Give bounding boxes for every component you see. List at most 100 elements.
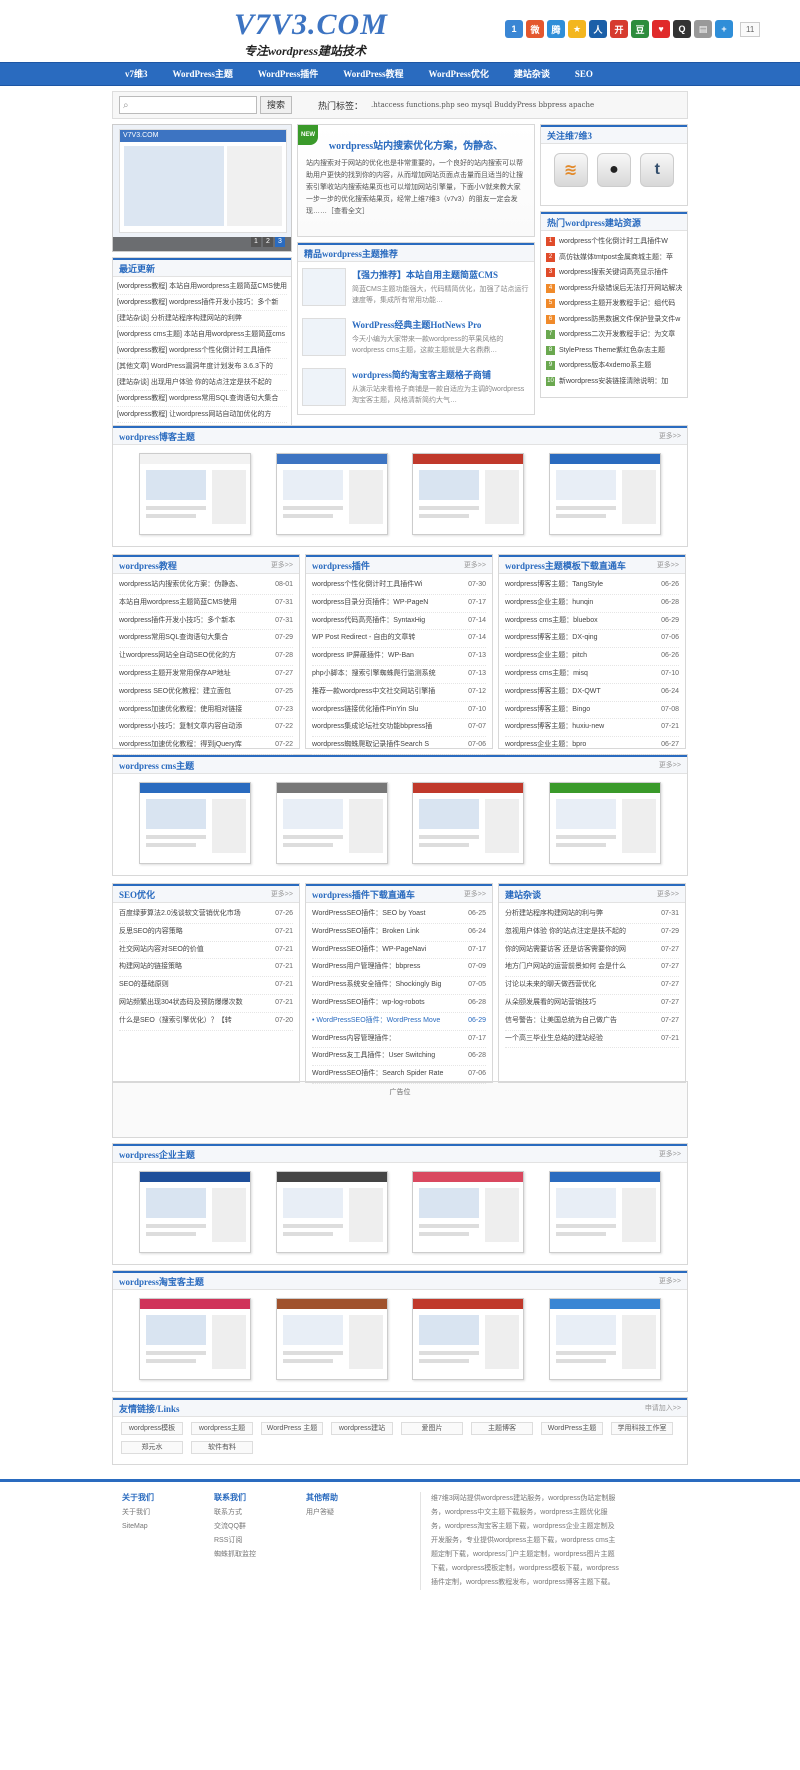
pick-title[interactable]: 【强力推荐】本站自用主题简蓝CMS <box>352 268 530 281</box>
list-item[interactable]: wordpress cms主题：misq 07-10 <box>505 666 679 684</box>
list-item[interactable]: wordpress加速优化教程：得到jQuery库 07-22 <box>119 737 293 755</box>
list-item-title[interactable]: WP Post Redirect - 自由的文章转 <box>312 630 452 647</box>
list-item-title[interactable]: wordpress企业主题：pitch <box>505 648 645 665</box>
list-item-title[interactable]: 让wordpress网站全自动SEO优化的方 <box>119 648 259 665</box>
list-item[interactable]: • WordPressSEO插件：WordPress Move 06-29 <box>312 1013 486 1031</box>
more-link[interactable]: 更多>> <box>271 889 293 899</box>
slide-image[interactable]: V7V3.COM <box>119 129 287 233</box>
list-item-title[interactable]: 什么是SEO（搜索引擎优化）？【转 <box>119 1013 259 1030</box>
list-item-title[interactable]: 信号警告：让美国总统为自己做广告 <box>505 1013 645 1030</box>
list-item[interactable]: WordPressSEO插件：Search Spider Rate 07-06 <box>312 1066 486 1084</box>
friend-link[interactable]: wordpress模板 <box>121 1422 183 1435</box>
list-item-title[interactable]: 从朵颐发展看的网站营销技巧 <box>505 995 645 1012</box>
more-link[interactable]: 更多>> <box>659 1149 681 1159</box>
list-item-title[interactable]: 高仿钛媒体tmtpost金属商城主题：苹 <box>559 250 673 266</box>
theme-thumbnail[interactable] <box>275 1298 388 1380</box>
apply-link[interactable]: 申请加入>> <box>645 1403 681 1413</box>
list-item-title[interactable]: 社交网站内容对SEO的价值 <box>119 942 259 959</box>
copy-icon[interactable]: ▤ <box>694 20 712 38</box>
list-item-title[interactable]: wordpress企业主题：hunqin <box>505 595 645 612</box>
list-item[interactable]: wordpress目录分页插件：WP-PageN 07-17 <box>312 595 486 613</box>
friend-link[interactable]: 学用科技工作室 <box>611 1422 673 1435</box>
list-item-title[interactable]: wordpress个性化倒计时工具插件Wi <box>312 577 452 594</box>
friend-link[interactable]: 爱图片 <box>401 1422 463 1435</box>
theme-thumbnail[interactable] <box>548 453 661 535</box>
list-item[interactable]: WordPress系统安全插件：Shockingly Big 07-05 <box>312 977 486 995</box>
footer-link[interactable]: 蜘蛛抓取监控 <box>214 1548 296 1562</box>
list-item[interactable]: SEO的基础原则 07-21 <box>119 977 293 995</box>
friend-link[interactable]: WordPress 主题 <box>261 1422 323 1435</box>
more-link[interactable]: 更多>> <box>657 560 679 570</box>
list-item-title[interactable]: 新wordpress安装链接清除说明：加 <box>559 374 668 390</box>
list-item[interactable]: wordpress站内搜索优化方案：伪静态、 08-01 <box>119 577 293 595</box>
list-item[interactable]: 4 wordpress升级错误后无法打开网站解决 <box>546 281 682 297</box>
footer-link[interactable]: 交流QQ群 <box>214 1520 296 1534</box>
list-item[interactable]: 3 wordpress搜索关键词高亮显示插件 <box>546 265 682 281</box>
more-link[interactable]: 更多>> <box>659 1276 681 1286</box>
tumblr-icon[interactable]: t <box>640 153 675 187</box>
list-item[interactable]: 8 StylePress Theme紫红色杂志主题 <box>546 343 682 359</box>
list-item[interactable]: wordpress企业主题：pitch 06-26 <box>505 648 679 666</box>
list-item[interactable]: wordpress cms主题：bluebox 06-29 <box>505 613 679 631</box>
list-item-title[interactable]: wordpress站内搜索优化方案：伪静态、 <box>119 577 259 594</box>
list-item-title[interactable]: SEO的基础原则 <box>119 977 259 994</box>
nav-item[interactable]: SEO <box>572 63 603 85</box>
list-item[interactable]: 10 新wordpress安装链接清除说明：加 <box>546 374 682 390</box>
qzone-icon[interactable]: 1 <box>505 20 523 38</box>
list-item[interactable]: [建站杂谈] 出现用户体验 你的站点注定是扶不起的 <box>117 375 287 391</box>
list-item[interactable]: 什么是SEO（搜索引擎优化）？【转 07-20 <box>119 1013 293 1031</box>
list-item[interactable]: wordpress IP屏蔽插件：WP-Ban 07-13 <box>312 648 486 666</box>
list-item[interactable]: wordpress代码高亮插件：SyntaxHig 07-14 <box>312 613 486 631</box>
theme-thumbnail[interactable] <box>412 782 525 864</box>
search-button[interactable]: 搜索 <box>260 96 293 114</box>
theme-thumbnail[interactable] <box>412 1171 525 1253</box>
penguin-icon[interactable]: ● <box>596 153 631 187</box>
list-item[interactable]: WordPress友工具插件：User Switching 06-28 <box>312 1048 486 1067</box>
more-link[interactable]: 更多>> <box>271 560 293 570</box>
list-item[interactable]: 本站自用wordpress主题简蓝CMS使用 07-31 <box>119 595 293 613</box>
theme-thumbnail[interactable] <box>139 782 252 864</box>
list-item-title[interactable]: wordpress搜索关键词高亮显示插件 <box>559 265 668 281</box>
list-item-title[interactable]: 网站频繁出现304状态码及预防爆爆次数 <box>119 995 259 1012</box>
theme-thumbnail[interactable] <box>275 1171 388 1253</box>
list-item[interactable]: WordPress内容管理插件： 07-17 <box>312 1031 486 1049</box>
nav-item[interactable]: WordPress教程 <box>340 63 413 85</box>
more-link[interactable]: 更多>> <box>657 889 679 899</box>
list-item[interactable]: wordpress博客主题：Bingo 07-08 <box>505 702 679 720</box>
qq-icon[interactable]: Q <box>673 20 691 38</box>
slider-page-1[interactable]: 1 <box>251 237 261 247</box>
list-item[interactable]: [wordpress教程] wordpress常用SQL查询语句大集合 <box>117 391 287 407</box>
list-item-title[interactable]: 本站自用wordpress主题简蓝CMS使用 <box>119 595 259 612</box>
list-item[interactable]: WP Post Redirect - 自由的文章转 07-14 <box>312 630 486 649</box>
list-item[interactable]: 讨论以未来的聊天做西营优化 07-27 <box>505 977 679 995</box>
list-item[interactable]: 分析建站程序构建网站的利与弊 07-31 <box>505 906 679 924</box>
list-item[interactable]: [wordpress教程] 本站自用wordpress主题简蓝CMS使用 <box>117 279 287 295</box>
list-item[interactable]: wordpress蜘蛛爬取记录插件Search S 07-06 <box>312 737 486 755</box>
list-item-title[interactable]: StylePress Theme紫红色杂志主题 <box>559 343 665 359</box>
list-item[interactable]: WordPressSEO插件：wp-log-robots 06-28 <box>312 995 486 1013</box>
nav-item[interactable]: 建站杂谈 <box>511 63 560 85</box>
list-item-title[interactable]: 反思SEO的内容策略 <box>119 924 259 941</box>
plus-icon[interactable]: + <box>715 20 733 38</box>
list-item[interactable]: 你的网站需要访客 还是访客需要你的网 07-27 <box>505 942 679 960</box>
pick-thumbnail[interactable] <box>302 368 346 406</box>
list-item[interactable]: wordpress常用SQL查询语句大集合 07-29 <box>119 630 293 649</box>
ad-slot[interactable]: 广告位 <box>112 1081 688 1138</box>
list-item[interactable]: 反思SEO的内容策略 07-21 <box>119 924 293 942</box>
list-item[interactable]: 社交网站内容对SEO的价值 07-21 <box>119 942 293 960</box>
list-item[interactable]: WordPressSEO插件：WP-PageNavi 07-17 <box>312 942 486 960</box>
list-item-title[interactable]: php小脚本：搜索引擎蜘蛛爬行监测系统 <box>312 666 452 683</box>
list-item-title[interactable]: wordpress博客主题：huxiu-new <box>505 719 645 736</box>
list-item[interactable]: 地方门户网站的运营前景如何 会是什么 07-27 <box>505 959 679 978</box>
footer-link[interactable]: RSS订阅 <box>214 1534 296 1548</box>
list-item-title[interactable]: 地方门户网站的运营前景如何 会是什么 <box>505 959 645 976</box>
list-item-title[interactable]: 分析建站程序构建网站的利与弊 <box>505 906 645 923</box>
list-item[interactable]: 从朵颐发展看的网站营销技巧 07-27 <box>505 995 679 1013</box>
list-item[interactable]: 让wordpress网站全自动SEO优化的方 07-28 <box>119 648 293 666</box>
theme-thumbnail[interactable] <box>275 782 388 864</box>
list-item-title[interactable]: wordpress链接优化插件PinYin Slu <box>312 702 452 719</box>
list-item-title[interactable]: WordPress用户管理插件：bbpress <box>312 959 452 976</box>
list-item[interactable]: wordpress博客主题：DX-QWT 06-24 <box>505 684 679 702</box>
list-item-title[interactable]: WordPressSEO插件：SEO by Yoast <box>312 906 452 923</box>
list-item-title[interactable]: wordpress代码高亮插件：SyntaxHig <box>312 613 452 630</box>
